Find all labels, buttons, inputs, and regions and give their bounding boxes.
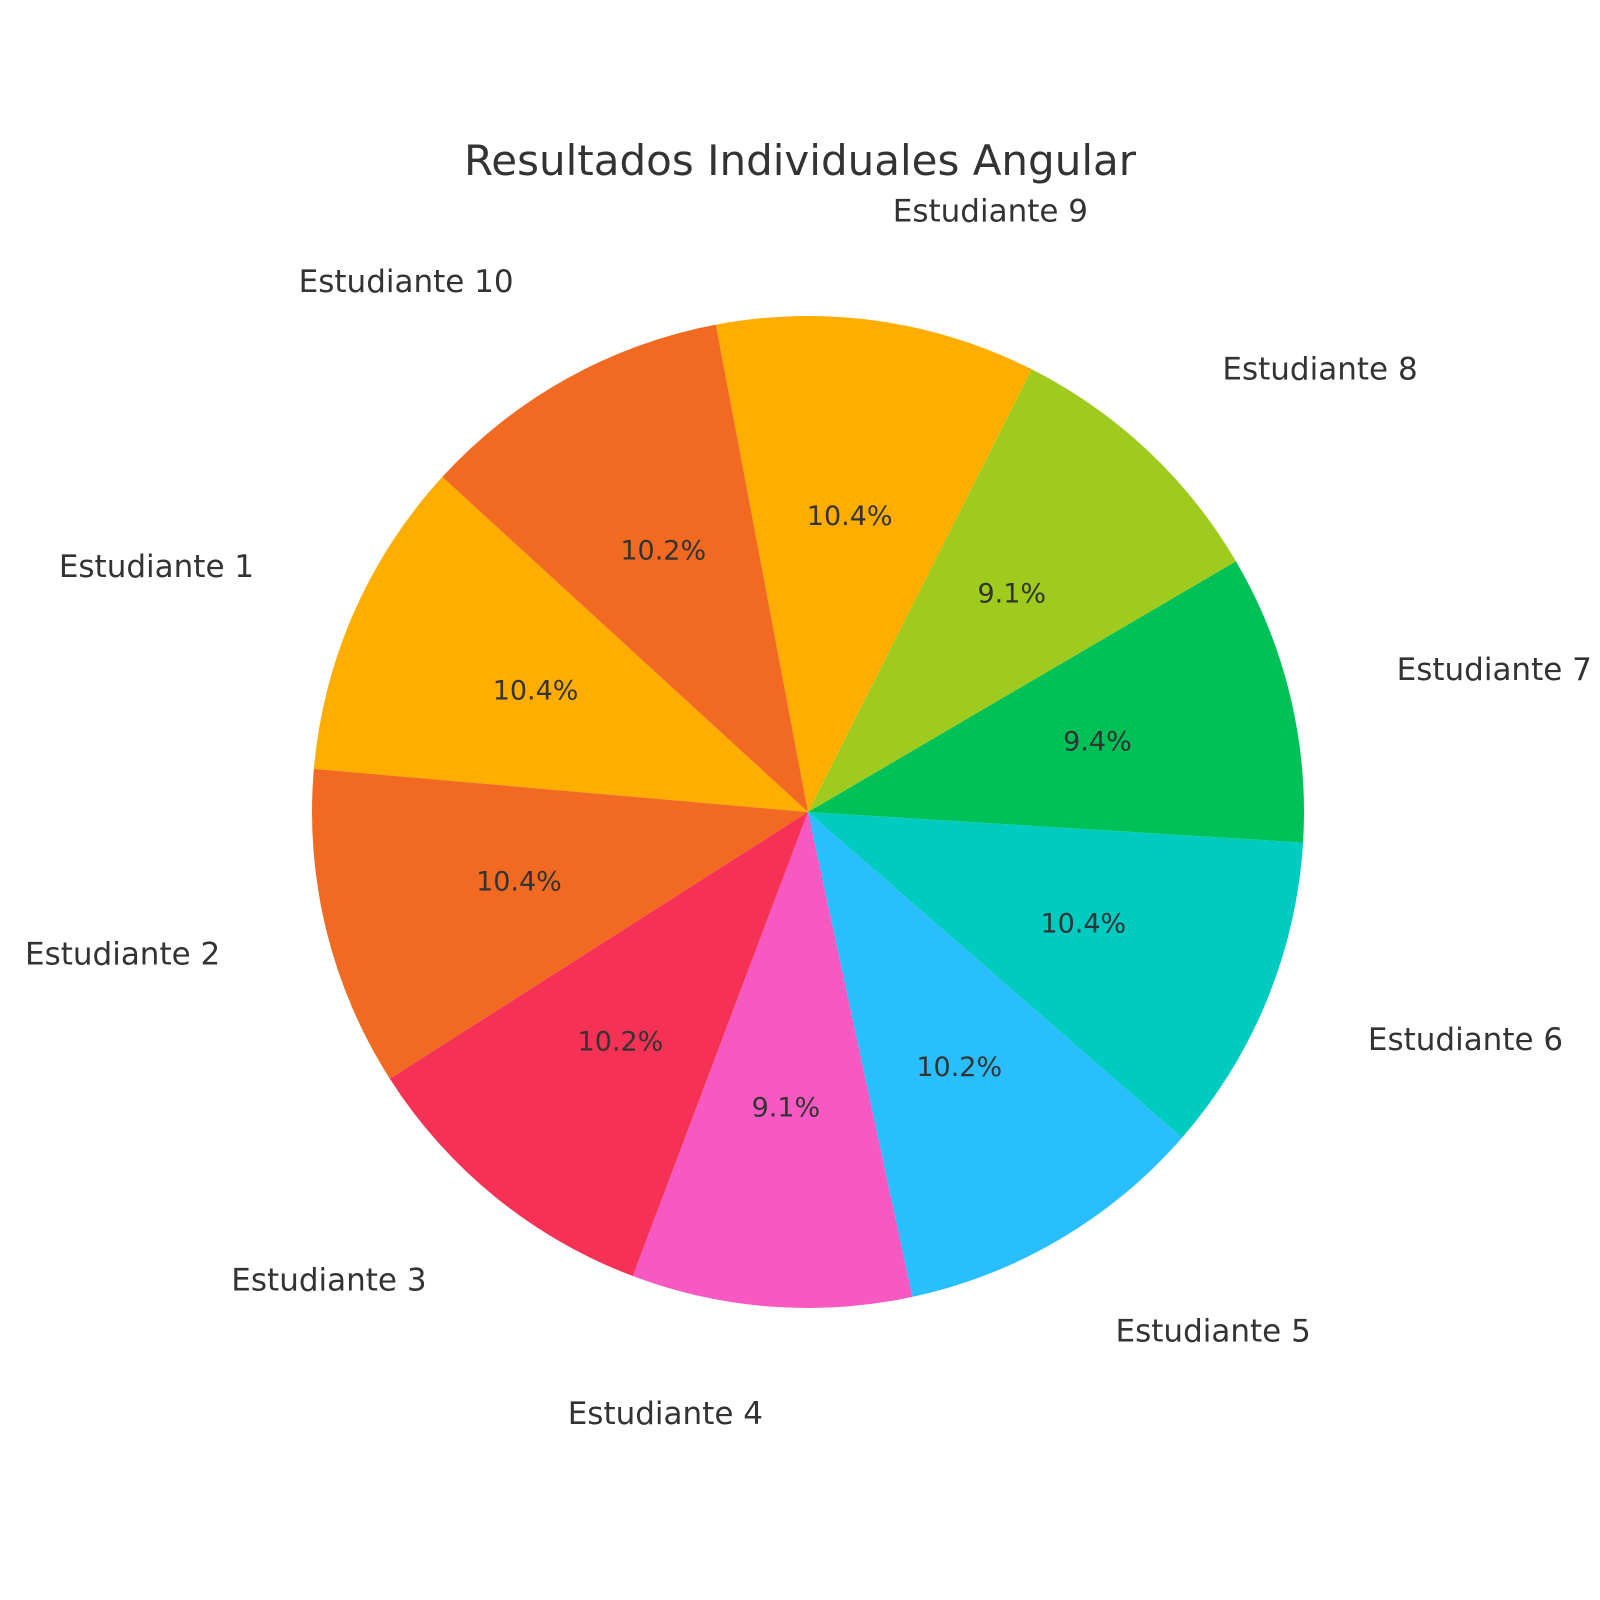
slice-label: Estudiante 10 bbox=[299, 264, 514, 300]
slice-percent-label: 10.4% bbox=[1040, 908, 1126, 939]
slice-label: Estudiante 2 bbox=[25, 937, 220, 973]
slice-label: Estudiante 3 bbox=[231, 1262, 426, 1298]
slice-percent-label: 10.4% bbox=[493, 676, 579, 707]
slice-percent-label: 10.2% bbox=[620, 535, 706, 566]
slice-percent-label: 9.1% bbox=[752, 1092, 821, 1123]
slice-percent-label: 10.4% bbox=[476, 866, 562, 897]
slice-percent-label: 10.2% bbox=[578, 1027, 664, 1058]
slice-label: Estudiante 6 bbox=[1368, 1022, 1563, 1058]
slice-label: Estudiante 9 bbox=[893, 193, 1088, 229]
pie-chart: Resultados Individuales Angular Estudian… bbox=[0, 0, 1600, 1600]
slice-label: Estudiante 1 bbox=[59, 549, 254, 585]
slice-percent-label: 10.2% bbox=[916, 1052, 1002, 1083]
chart-title: Resultados Individuales Angular bbox=[464, 136, 1137, 185]
slice-label: Estudiante 8 bbox=[1222, 352, 1417, 388]
slice-percent-label: 10.4% bbox=[807, 501, 893, 532]
slice-percent-label: 9.1% bbox=[977, 579, 1046, 610]
slice-percent-label: 9.4% bbox=[1063, 726, 1132, 757]
pie-slices bbox=[311, 316, 1304, 1309]
slice-label: Estudiante 5 bbox=[1116, 1314, 1311, 1350]
slice-label: Estudiante 7 bbox=[1397, 652, 1592, 688]
slice-label: Estudiante 4 bbox=[568, 1396, 763, 1432]
pie-chart-canvas: Resultados Individuales Angular Estudian… bbox=[25, 136, 1592, 1432]
